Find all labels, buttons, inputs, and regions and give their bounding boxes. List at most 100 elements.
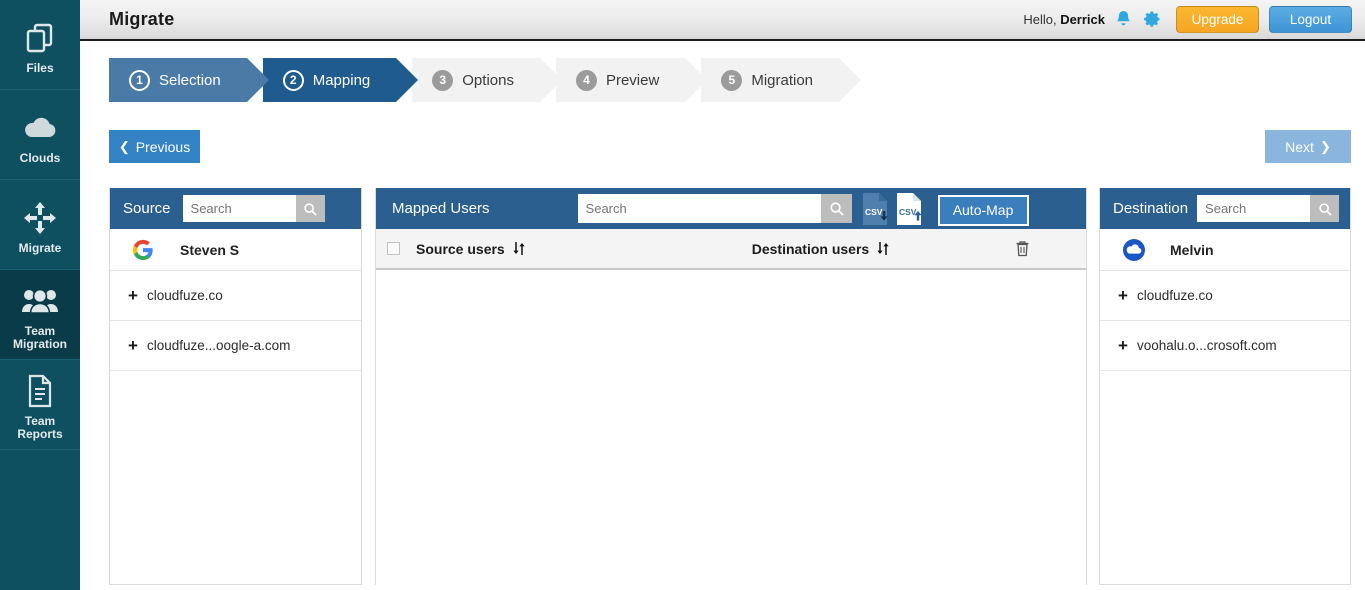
top-bar: Migrate Hello, Derrick Upgrade Logout [80,0,1365,41]
sidebar-item-team-migration[interactable]: Team Migration [0,270,80,360]
svg-text:CSV: CSV [865,207,883,217]
greeting: Hello, Derrick [1023,12,1105,27]
destination-tree-item[interactable]: + voohalu.o...crosoft.com [1100,321,1350,371]
upgrade-button[interactable]: Upgrade [1176,6,1259,33]
source-account-row[interactable]: Steven S [110,229,361,271]
expand-plus-icon[interactable]: + [1118,337,1137,354]
destination-search [1197,195,1340,222]
source-tree-item-label: cloudfuze...oogle-a.com [147,338,291,353]
chevron-right-icon: ❯ [1319,138,1331,154]
mapped-users-panel-title: Mapped Users [392,200,490,217]
google-logo-icon [132,239,158,261]
mapped-users-search-input[interactable] [577,194,821,223]
destination-panel: Destination Melvin + [1099,188,1351,585]
expand-plus-icon[interactable]: + [1118,287,1137,304]
source-account-name: Steven S [180,241,240,258]
next-button-label: Next [1285,138,1314,155]
sidebar-item-team-reports[interactable]: Team Reports [0,360,80,450]
import-csv-icon[interactable]: CSV [895,192,924,226]
source-panel-header: Source [110,188,361,229]
sidebar-item-migrate[interactable]: Migrate [0,180,80,270]
page-title: Migrate [109,9,175,29]
mapped-users-panel: Mapped Users CSV [375,188,1087,590]
sidebar-item-label: Team Reports [17,414,63,441]
svg-text:CSV: CSV [899,207,917,217]
wizard-steps: 1 Selection 2 Mapping 3 Options 4 Previe… [109,58,861,102]
notification-bell-icon[interactable] [1113,9,1134,30]
mapped-users-tools: CSV CSV Auto-Map [861,192,1033,226]
wizard-step-options[interactable]: 3 Options [412,58,562,102]
sidebar-item-label: Files [26,60,54,75]
source-panel: Source Steven S [109,188,362,585]
source-search [182,195,325,222]
step-label: Options [462,71,514,89]
destination-tree-item[interactable]: + cloudfuze.co [1100,271,1350,321]
auto-map-button[interactable]: Auto-Map [937,194,1029,226]
source-tree-item[interactable]: + cloudfuze...oogle-a.com [110,321,361,371]
top-bar-actions: Hello, Derrick Upgrade Logout [1023,6,1365,33]
column-header-source-users[interactable]: Source users [416,241,526,257]
expand-plus-icon[interactable]: + [128,337,147,354]
cloud-icon [21,109,59,147]
sidebar-item-label: Team Migration [13,324,67,351]
column-header-label: Destination users [751,240,870,257]
sidebar-item-label: Migrate [18,240,62,255]
mapped-users-table-header: Source users Destination users [376,229,1086,270]
mapped-users-panel-header: Mapped Users CSV [376,188,1086,229]
gear-icon[interactable] [1141,9,1162,30]
export-csv-icon[interactable]: CSV [861,192,890,226]
logout-button[interactable]: Logout [1269,6,1352,33]
trash-icon[interactable] [1015,240,1030,257]
files-icon [23,19,57,57]
step-label: Preview [605,71,660,89]
next-button[interactable]: Next ❯ [1265,130,1351,163]
destination-account-row[interactable]: Melvin [1100,229,1350,271]
onedrive-cloud-icon [1122,238,1148,262]
destination-panel-title: Destination [1113,200,1189,217]
step-number: 2 [282,69,304,91]
expand-plus-icon[interactable]: + [128,287,147,304]
destination-panel-header: Destination [1100,188,1350,229]
mapped-users-search-button[interactable] [820,194,852,223]
document-icon [26,372,54,410]
step-label: Migration [751,71,814,89]
step-number: 1 [129,69,150,91]
source-search-button[interactable] [295,195,325,222]
sidebar-item-clouds[interactable]: Clouds [0,90,80,180]
destination-tree-item-label: cloudfuze.co [1137,288,1213,303]
sort-icon[interactable] [876,241,890,256]
step-number: 4 [575,69,597,91]
destination-search-input[interactable] [1197,195,1311,222]
source-tree-item-label: cloudfuze.co [147,288,223,303]
mapped-users-search [577,194,852,223]
sidebar-item-files[interactable]: Files [0,0,80,90]
source-tree-item[interactable]: + cloudfuze.co [110,271,361,321]
destination-search-button[interactable] [1310,195,1340,222]
migrate-arrows-icon [23,199,57,237]
app-root: Files Clouds Migrate Team Migration Team… [0,0,1365,590]
search-icon [1318,202,1332,215]
mapped-users-table-body [376,270,1086,590]
destination-tree-item-label: voohalu.o...crosoft.com [1137,338,1277,353]
sidebar: Files Clouds Migrate Team Migration Team… [0,0,80,590]
wizard-step-migration[interactable]: 5 Migration [701,58,861,102]
previous-button-label: Previous [135,138,191,155]
column-header-label: Source users [416,240,505,257]
sort-icon[interactable] [512,241,526,256]
source-search-input[interactable] [182,195,296,222]
previous-button[interactable]: ❮ Previous [109,130,200,163]
step-number: 3 [432,69,454,91]
wizard-step-selection[interactable]: 1 Selection [109,58,269,102]
source-panel-title: Source [123,200,171,217]
step-number: 5 [721,69,743,91]
wizard-step-preview[interactable]: 4 Preview [555,58,708,102]
step-label: Mapping [312,71,371,89]
user-name: Derrick [1060,12,1105,27]
wizard-step-mapping[interactable]: 2 Mapping [262,58,418,102]
step-label: Selection [159,71,221,89]
destination-account-name: Melvin [1170,241,1214,258]
column-header-destination-users[interactable]: Destination users [752,241,890,257]
select-all-checkbox[interactable] [387,242,400,255]
sidebar-item-label: Clouds [19,150,61,165]
greeting-prefix: Hello, [1023,12,1061,27]
